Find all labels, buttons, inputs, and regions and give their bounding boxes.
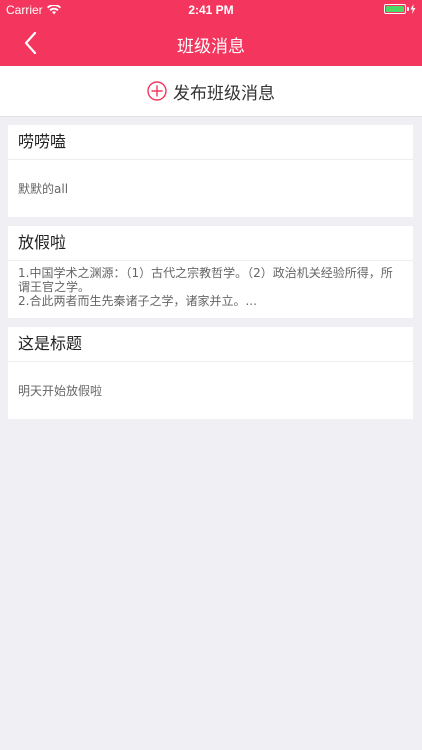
header: Carrier 2:41 PM 班级消息	[0, 0, 422, 66]
message-card[interactable]: 唠唠嗑 默默的all	[8, 125, 413, 217]
message-body: 默默的all	[18, 182, 69, 196]
message-title: 唠唠嗑	[8, 125, 413, 160]
status-bar: Carrier 2:41 PM	[0, 0, 422, 20]
publish-class-message-button[interactable]: 发布班级消息	[0, 66, 422, 117]
charging-bolt-icon	[410, 4, 416, 14]
message-card[interactable]: 放假啦 1.中国学术之渊源：（1）古代之宗教哲学。（2）政治机关经验所得，所谓王…	[8, 226, 413, 318]
battery-level	[386, 6, 404, 12]
message-card[interactable]: 这是标题 明天开始放假啦	[8, 327, 413, 419]
navigation-bar: 班级消息	[0, 20, 422, 66]
publish-label: 发布班级消息	[173, 83, 275, 104]
message-body: 明天开始放假啦	[18, 384, 103, 398]
plus-circle-icon	[147, 81, 167, 101]
page-title: 班级消息	[177, 37, 245, 57]
status-time: 2:41 PM	[188, 3, 234, 17]
battery-tip	[407, 7, 409, 11]
message-title: 放假啦	[8, 226, 413, 261]
message-title: 这是标题	[8, 327, 413, 362]
battery-icon	[384, 4, 406, 14]
message-body: 1.中国学术之渊源：（1）古代之宗教哲学。（2）政治机关经验所得，所谓王官之学。…	[18, 266, 393, 308]
battery-status	[384, 4, 416, 14]
